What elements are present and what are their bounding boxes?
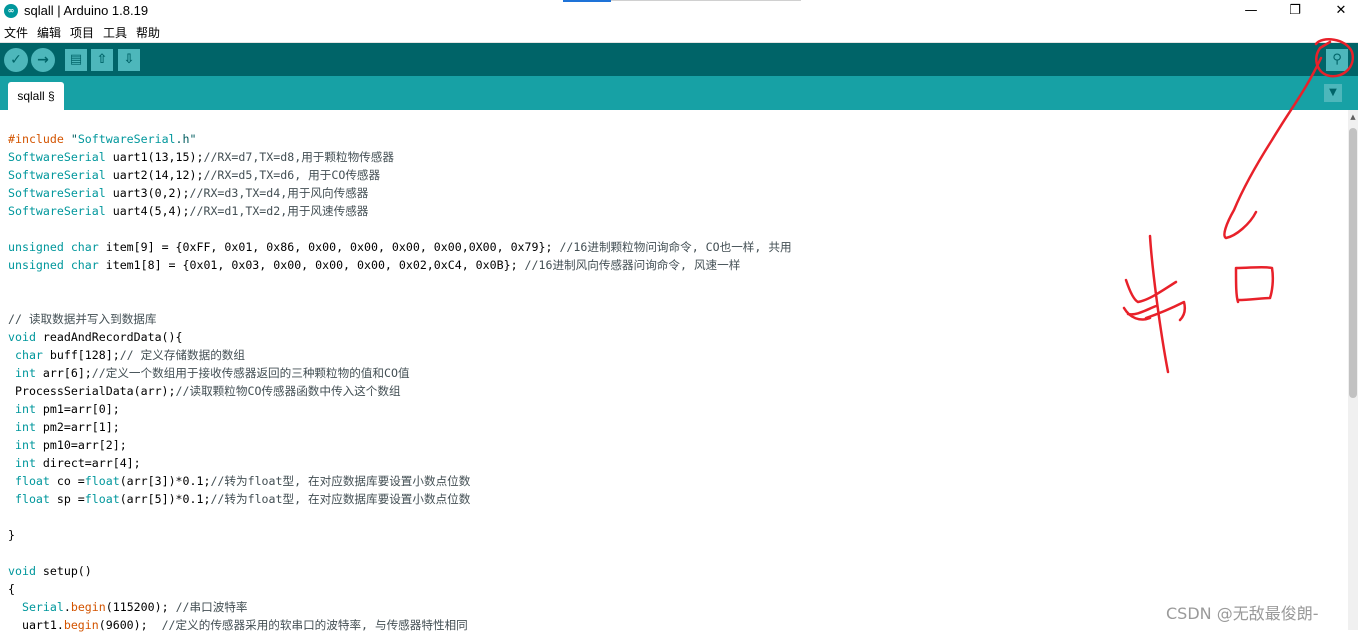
vertical-scrollbar[interactable]: ▲ [1348, 110, 1358, 630]
menu-tools[interactable]: 工具 [103, 24, 127, 41]
menu-help[interactable]: 帮助 [136, 24, 160, 41]
code-line: char buff[128];// 定义存储数据的数组 [14, 348, 245, 362]
code-line: ProcessSerialData(arr);//读取颗粒物CO传感器函数中传入… [8, 384, 401, 398]
magnifier-icon: ⚲ [1332, 52, 1342, 67]
code-line: int pm1=arr[0]; [14, 402, 120, 416]
verify-button[interactable]: ✓ [4, 48, 28, 72]
upload-button[interactable]: → [31, 48, 55, 72]
code-line: SoftwareSerial uart4(5,4);//RX=d1,TX=d2,… [8, 204, 369, 218]
tab-menu-button[interactable]: ▼ [1324, 84, 1342, 102]
code-line: SoftwareSerial uart2(14,12);//RX=d5,TX=d… [8, 168, 381, 182]
open-button[interactable]: ⇧ [91, 49, 113, 71]
code-line: SoftwareSerial uart3(0,2);//RX=d3,TX=d4,… [8, 186, 369, 200]
code-line: int direct=arr[4]; [14, 456, 141, 470]
arrow-down-icon: ⇩ [123, 52, 135, 67]
scroll-up-arrow-icon[interactable]: ▲ [1348, 112, 1358, 122]
title-accent-line [563, 0, 611, 2]
code-line: void readAndRecordData(){ [8, 330, 183, 344]
serial-monitor-button[interactable]: ⚲ [1326, 49, 1348, 71]
toolbar: ✓ → ▤ ⇧ ⇩ ⚲ [0, 43, 1358, 76]
menu-sketch[interactable]: 项目 [70, 24, 94, 41]
title-divider [611, 0, 801, 1]
code-line: int pm10=arr[2]; [14, 438, 127, 452]
code-line: unsigned char item[9] = {0xFF, 0x01, 0x8… [8, 240, 792, 254]
code-line: #include "SoftwareSerial.h" [8, 132, 197, 146]
arrow-right-icon: → [37, 52, 49, 68]
arrow-up-icon: ⇧ [96, 52, 108, 67]
code-line: int pm2=arr[1]; [14, 420, 120, 434]
menu-edit[interactable]: 编辑 [37, 24, 61, 41]
menu-bar: 文件 编辑 项目 工具 帮助 [0, 22, 1358, 43]
tab-bar: sqlall § ▼ [0, 76, 1358, 110]
tab-sqlall[interactable]: sqlall § [8, 82, 64, 110]
code-line: Serial.begin(115200); //串口波特率 [21, 600, 248, 614]
title-bar: ∞ sqlall | Arduino 1.8.19 — ❐ ✕ [0, 0, 1358, 22]
close-button[interactable]: ✕ [1318, 0, 1358, 22]
check-icon: ✓ [10, 52, 22, 68]
arduino-logo-icon: ∞ [4, 4, 18, 18]
scroll-thumb[interactable] [1349, 128, 1357, 398]
code-line: void setup() [8, 564, 92, 578]
code-line: SoftwareSerial uart1(13,15);//RX=d7,TX=d… [8, 150, 394, 164]
code-line: float sp =float(arr[5])*0.1;//转为float型, … [14, 492, 471, 506]
window-title: sqlall | Arduino 1.8.19 [24, 3, 149, 18]
code-line: uart1.begin(9600); //定义的传感器采用的软串口的波特率, 与… [8, 618, 468, 632]
save-button[interactable]: ⇩ [118, 49, 140, 71]
code-line: int arr[6];//定义一个数组用于接收传感器返回的三种颗粒物的值和CO值 [14, 366, 410, 380]
new-button[interactable]: ▤ [65, 49, 87, 71]
maximize-button[interactable]: ❐ [1272, 0, 1318, 22]
close-icon: ✕ [1335, 3, 1347, 18]
code-line: unsigned char item1[8] = {0x01, 0x03, 0x… [8, 258, 741, 272]
code-line: // 读取数据并写入到数据库 [8, 312, 157, 326]
minimize-icon: — [1244, 3, 1258, 18]
code-line: } [8, 528, 15, 542]
menu-file[interactable]: 文件 [4, 24, 28, 41]
watermark: CSDN @无敌最俊朗- [1166, 604, 1319, 623]
code-line: float co =float(arr[3])*0.1;//转为float型, … [14, 474, 471, 488]
minimize-button[interactable]: — [1228, 0, 1274, 22]
new-file-icon: ▤ [69, 52, 83, 67]
chevron-down-icon: ▼ [1329, 87, 1337, 98]
restore-icon: ❐ [1289, 3, 1301, 18]
code-line: { [8, 582, 15, 596]
